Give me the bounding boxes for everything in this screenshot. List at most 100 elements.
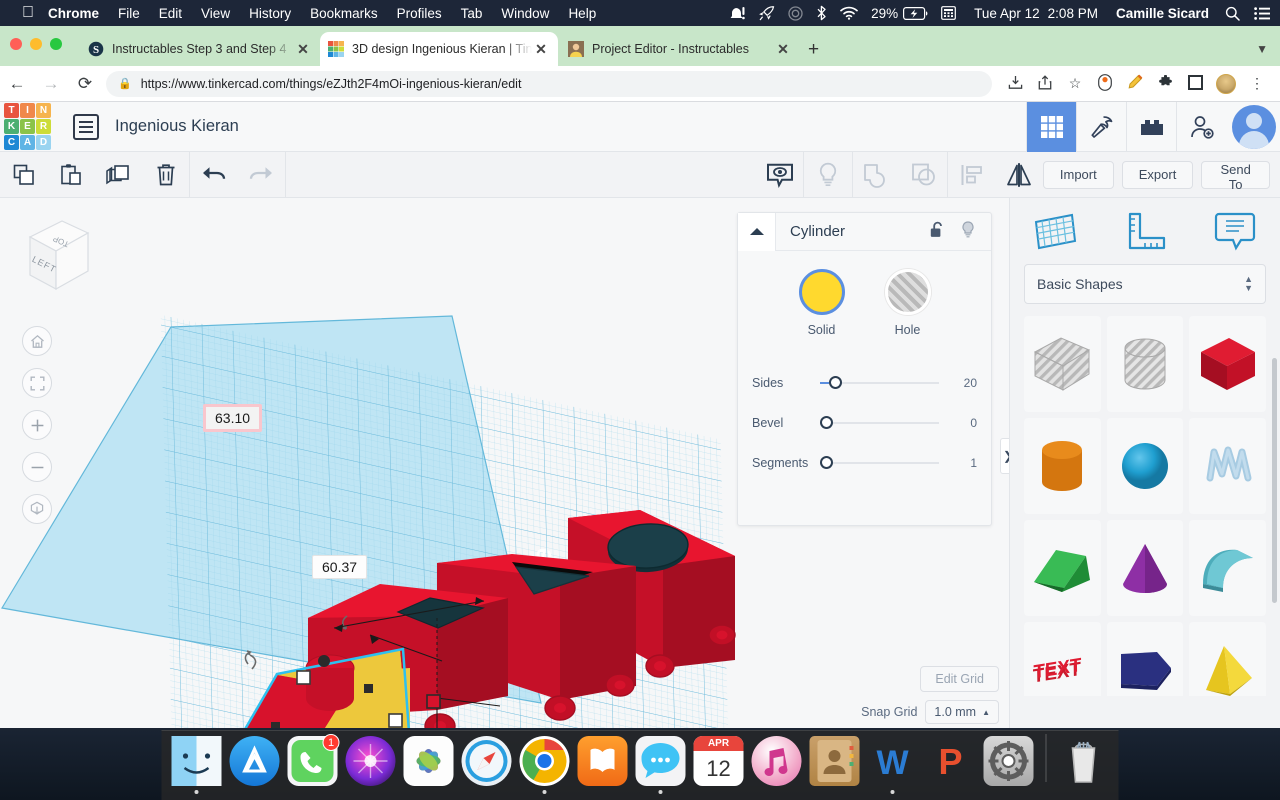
duplicate-icon[interactable] bbox=[95, 152, 142, 198]
battery-icon[interactable] bbox=[903, 6, 928, 20]
new-tab-button[interactable]: + bbox=[808, 40, 819, 59]
collapse-shapes-panel-button[interactable]: ❯ bbox=[1000, 438, 1009, 474]
pencil-icon[interactable] bbox=[1120, 74, 1150, 93]
user-avatar[interactable] bbox=[1232, 104, 1276, 149]
dock-item-trash[interactable] bbox=[1057, 736, 1111, 794]
hole-swatch[interactable]: Hole bbox=[884, 269, 931, 337]
tinkercad-logo[interactable]: T I N K E R C A D bbox=[4, 103, 51, 150]
dock-item-facetime[interactable]: 1 bbox=[286, 734, 340, 794]
mirror-icon[interactable] bbox=[996, 152, 1043, 198]
bookmark-star-icon[interactable]: ☆ bbox=[1060, 75, 1090, 92]
screen-record-icon[interactable] bbox=[941, 6, 957, 20]
extension-orange-icon[interactable] bbox=[1090, 73, 1120, 94]
send-to-button[interactable]: Send To bbox=[1201, 160, 1271, 192]
control-center-icon[interactable] bbox=[1254, 6, 1270, 20]
note-icon[interactable] bbox=[1209, 208, 1261, 254]
dock-item-chrome[interactable] bbox=[518, 736, 572, 794]
close-tab-icon[interactable]: ✕ bbox=[532, 41, 550, 58]
light-bulb-icon[interactable] bbox=[804, 152, 851, 198]
shape-item-scribble[interactable] bbox=[1189, 418, 1266, 514]
unlock-icon[interactable] bbox=[930, 221, 945, 243]
bevel-slider-track[interactable] bbox=[820, 416, 939, 430]
close-tab-icon[interactable]: ✕ bbox=[294, 41, 312, 58]
menu-item-history[interactable]: History bbox=[249, 6, 291, 21]
ruler-icon[interactable] bbox=[1119, 208, 1171, 254]
segments-value[interactable]: 1 bbox=[947, 456, 977, 470]
search-icon[interactable] bbox=[1225, 6, 1240, 21]
menubar-username[interactable]: Camille Sicard bbox=[1116, 6, 1209, 21]
menu-item-tab[interactable]: Tab bbox=[461, 6, 483, 21]
dock-item-messages[interactable] bbox=[634, 736, 688, 794]
menu-item-edit[interactable]: Edit bbox=[159, 6, 182, 21]
dock-item-contacts[interactable] bbox=[808, 736, 862, 794]
edit-grid-button[interactable]: Edit Grid bbox=[920, 666, 999, 692]
show-hide-icon[interactable] bbox=[756, 152, 803, 198]
shape-item-cone[interactable] bbox=[1106, 520, 1184, 616]
menu-item-help[interactable]: Help bbox=[568, 6, 596, 21]
browser-tab-1[interactable]: S Instructables Step 3 and Step 4 ✕ bbox=[80, 32, 320, 66]
collapse-chevron-icon[interactable] bbox=[738, 212, 776, 251]
sides-slider-track[interactable] bbox=[820, 376, 939, 390]
redo-icon[interactable] bbox=[238, 152, 285, 198]
menu-item-chrome[interactable]: Chrome bbox=[48, 6, 99, 21]
install-icon[interactable] bbox=[1000, 75, 1030, 93]
shapes-scrollbar[interactable] bbox=[1272, 358, 1277, 603]
maximize-window-button[interactable] bbox=[50, 38, 62, 50]
siri-icon[interactable] bbox=[788, 5, 803, 21]
menu-item-profiles[interactable]: Profiles bbox=[397, 6, 442, 21]
shape-item-text[interactable]: TEXT TEXT bbox=[1024, 622, 1101, 696]
delete-icon[interactable] bbox=[142, 152, 189, 198]
reload-button[interactable]: ⟳ bbox=[68, 74, 102, 94]
snap-grid-select[interactable]: 1.0 mm ▲ bbox=[925, 700, 999, 724]
menu-item-bookmarks[interactable]: Bookmarks bbox=[310, 6, 378, 21]
menu-item-file[interactable]: File bbox=[118, 6, 140, 21]
forward-button[interactable]: → bbox=[34, 74, 68, 94]
menu-item-window[interactable]: Window bbox=[501, 6, 549, 21]
puzzle-extension-icon[interactable] bbox=[1150, 74, 1180, 93]
shape-item-box-hole[interactable] bbox=[1024, 316, 1101, 412]
workplane-icon[interactable] bbox=[1029, 208, 1081, 254]
dock-item-photos[interactable] bbox=[402, 736, 456, 794]
menubar-time[interactable]: 2:08 PM bbox=[1048, 6, 1098, 21]
shape-item-sphere[interactable] bbox=[1106, 418, 1184, 514]
sides-value[interactable]: 20 bbox=[947, 376, 977, 390]
project-list-icon[interactable] bbox=[73, 113, 99, 140]
address-bar[interactable]: 🔒 https://www.tinkercad.com/things/eZJth… bbox=[106, 70, 992, 97]
apple-icon[interactable]:  bbox=[22, 5, 34, 21]
share-icon[interactable] bbox=[1030, 74, 1060, 93]
shape-item-round-roof[interactable] bbox=[1189, 520, 1266, 616]
shape-item-cylinder-hole[interactable] bbox=[1106, 316, 1184, 412]
dimension-label-width[interactable]: 60.37 bbox=[312, 555, 368, 579]
invite-user-icon[interactable] bbox=[1176, 101, 1226, 152]
solid-swatch[interactable]: Solid bbox=[798, 269, 845, 337]
export-button[interactable]: Export bbox=[1121, 160, 1194, 189]
kebab-menu-icon[interactable]: ⋮ bbox=[1242, 75, 1272, 92]
dock-item-siri[interactable] bbox=[344, 736, 398, 794]
light-bulb-icon[interactable] bbox=[961, 220, 975, 243]
shape-item-pyramid[interactable] bbox=[1189, 622, 1266, 696]
dock-item-word[interactable]: W bbox=[866, 736, 920, 794]
back-button[interactable]: ← bbox=[0, 74, 34, 94]
pickaxe-icon[interactable] bbox=[1076, 101, 1126, 152]
dock-item-system-preferences[interactable] bbox=[982, 736, 1036, 794]
dock-item-ibooks[interactable] bbox=[576, 736, 630, 794]
shape-category-select[interactable]: Basic Shapes ▲ ▼ bbox=[1024, 264, 1266, 304]
rocket-icon[interactable] bbox=[759, 5, 775, 21]
close-window-button[interactable] bbox=[10, 38, 22, 50]
blocks-icon[interactable] bbox=[1126, 101, 1176, 152]
dock-item-calendar[interactable]: APR 12 bbox=[692, 736, 746, 794]
group-icon[interactable] bbox=[853, 152, 900, 198]
grid-view-icon[interactable] bbox=[1026, 101, 1076, 152]
profile-avatar[interactable] bbox=[1216, 73, 1236, 94]
import-button[interactable]: Import bbox=[1042, 160, 1114, 189]
menubar-date[interactable]: Tue Apr 12 bbox=[974, 6, 1040, 21]
browser-tab-2[interactable]: 3D design Ingenious Kieran | Tinkercad ✕ bbox=[320, 32, 558, 66]
shape-item-polygon[interactable] bbox=[1106, 622, 1184, 696]
shape-item-box[interactable] bbox=[1189, 316, 1266, 412]
ungroup-icon[interactable] bbox=[900, 152, 947, 198]
dock-item-app-store[interactable] bbox=[228, 736, 282, 794]
bluetooth-icon[interactable] bbox=[816, 5, 827, 21]
dock-item-premiere[interactable]: P bbox=[924, 736, 978, 794]
tab-search-chevron-icon[interactable]: ▼ bbox=[1256, 42, 1268, 56]
menu-item-view[interactable]: View bbox=[201, 6, 230, 21]
